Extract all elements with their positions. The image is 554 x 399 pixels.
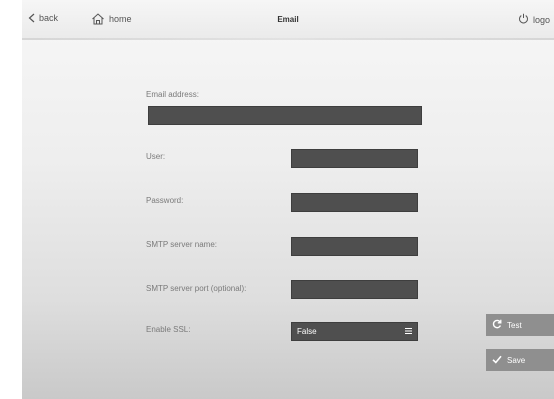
logout-button[interactable]: logo — [518, 13, 550, 26]
smtp-server-name-field[interactable] — [291, 237, 418, 256]
smtp-port-label: SMTP server port (optional): — [146, 284, 247, 293]
test-label: Test — [507, 320, 522, 330]
smtp-port-field[interactable] — [291, 280, 418, 299]
enable-ssl-select[interactable]: False — [291, 322, 418, 341]
password-field[interactable] — [291, 193, 418, 212]
smtp-server-name-label: SMTP server name: — [146, 240, 217, 249]
save-label: Save — [507, 355, 526, 365]
menu-icon — [405, 327, 412, 336]
page-title: Email — [277, 15, 299, 24]
email-field[interactable] — [148, 106, 422, 125]
test-button[interactable]: Test — [486, 314, 554, 336]
refresh-icon — [492, 319, 502, 331]
checkmark-icon — [492, 355, 502, 366]
enable-ssl-value: False — [297, 327, 317, 336]
user-label: User: — [146, 152, 166, 161]
user-field[interactable] — [291, 149, 418, 168]
power-icon — [518, 13, 529, 26]
enable-ssl-label: Enable SSL: — [146, 325, 191, 334]
save-button[interactable]: Save — [486, 349, 554, 371]
email-label: Email address: — [146, 90, 199, 99]
email-settings-screen: back home Email logo Email address: User… — [22, 0, 554, 399]
top-bar: back home Email logo — [22, 0, 554, 40]
password-label: Password: — [146, 196, 184, 205]
logout-label: logo — [533, 14, 551, 25]
